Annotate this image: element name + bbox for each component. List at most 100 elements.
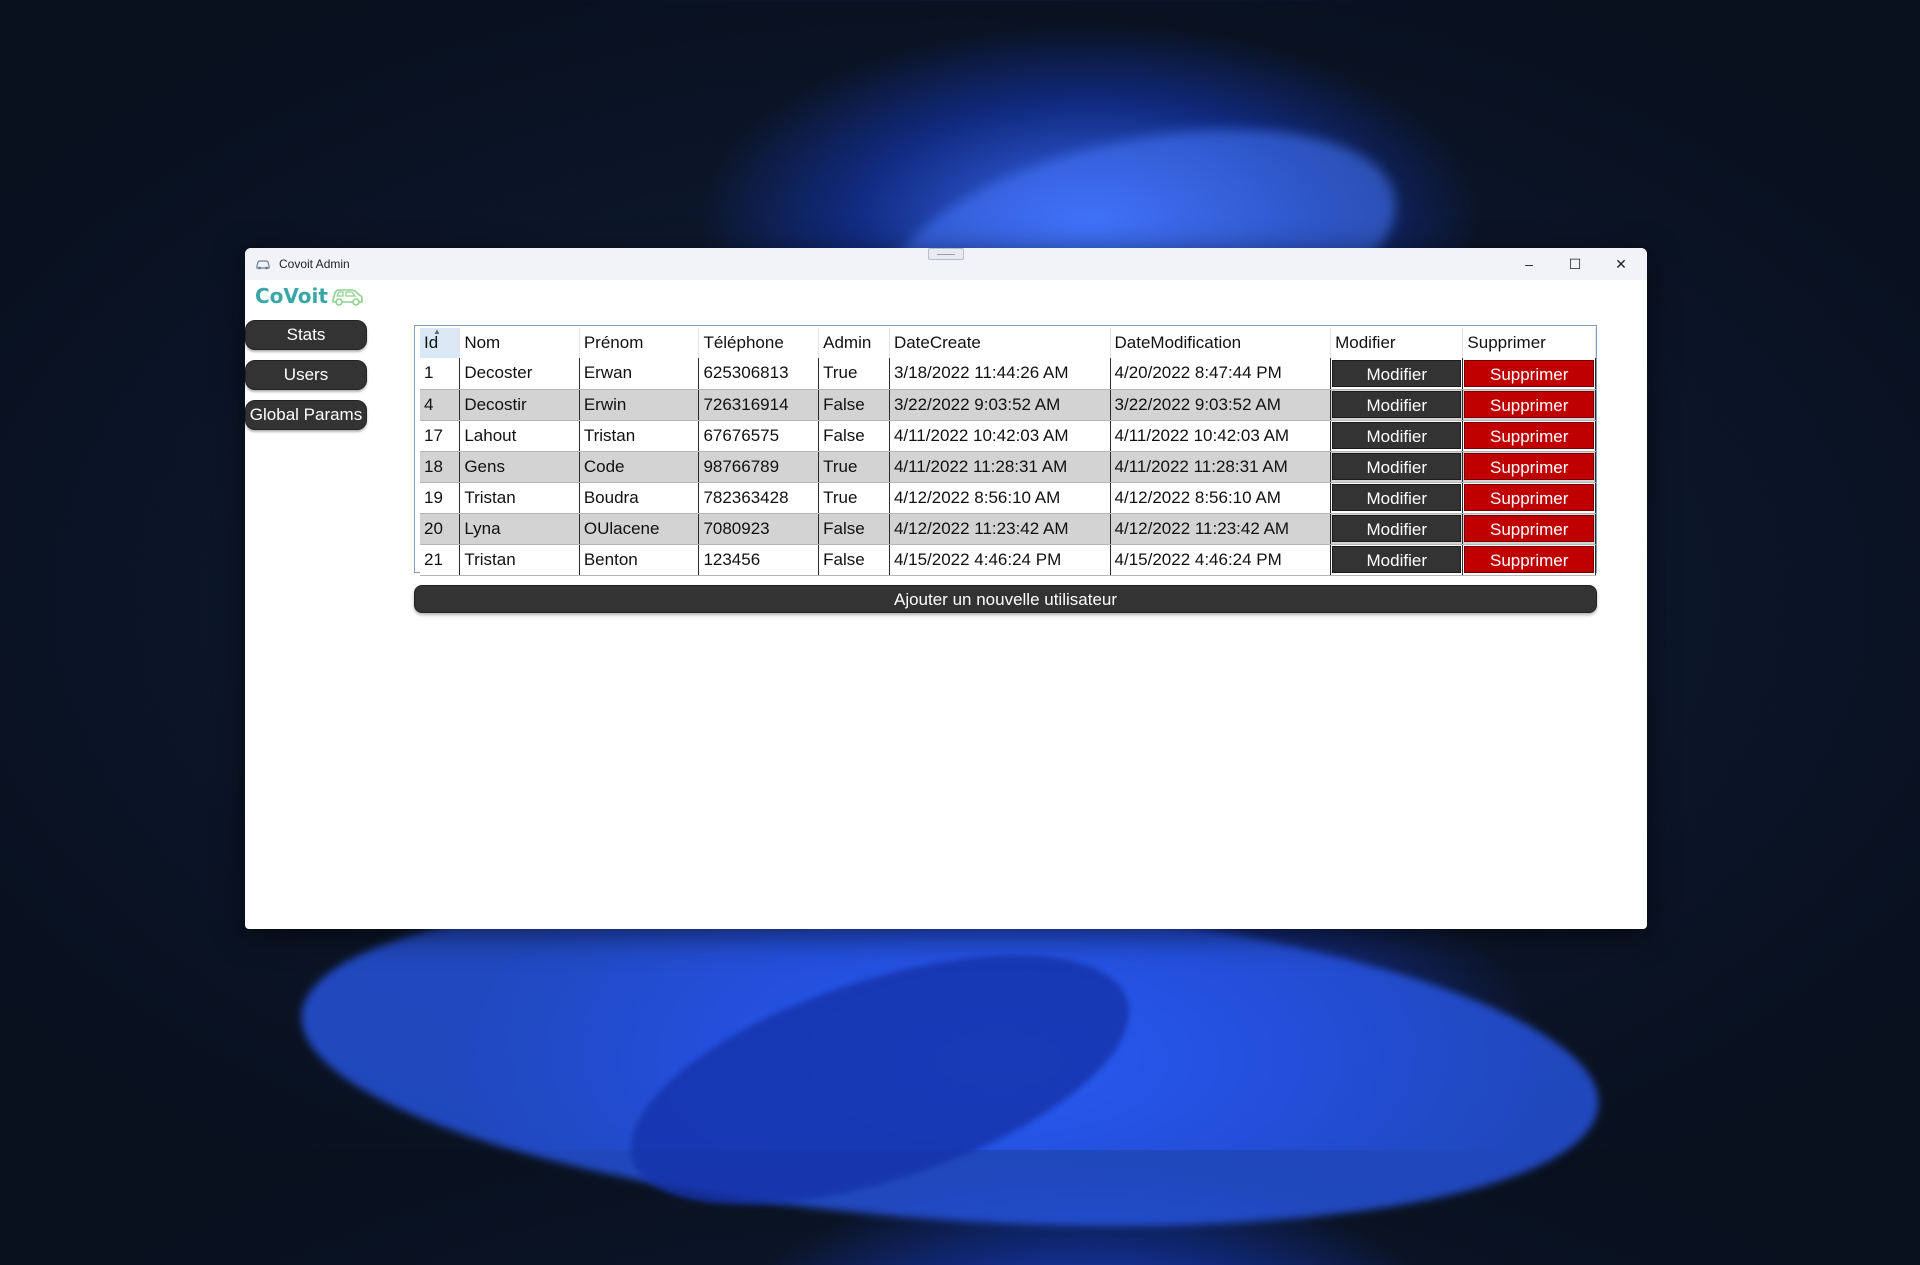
cell-id[interactable]: 20 (420, 513, 461, 545)
cell-telephone[interactable]: 98766789 (698, 451, 820, 483)
cell-admin[interactable]: False (818, 389, 890, 421)
window-title: Covoit Admin (279, 257, 350, 271)
add-user-button[interactable]: Ajouter un nouvelle utilisateur (414, 585, 1597, 613)
cell-datemodification[interactable]: 4/12/2022 8:56:10 AM (1110, 482, 1332, 514)
delete-button[interactable]: Supprimer (1464, 359, 1594, 387)
column-header-datemodification[interactable]: DateModification (1110, 328, 1332, 358)
cell-admin[interactable]: True (818, 482, 890, 514)
cell-prenom[interactable]: Erwan (579, 358, 700, 390)
cell-nom[interactable]: Decostir (459, 389, 580, 421)
logo-text: CoVoit (255, 284, 328, 308)
cell-datemodification[interactable]: 4/15/2022 4:46:24 PM (1110, 544, 1332, 576)
modify-button[interactable]: Modifier (1332, 391, 1462, 418)
cell-datemodification[interactable]: 4/11/2022 11:28:31 AM (1110, 451, 1332, 483)
cell-modifier: Modifier (1330, 420, 1464, 452)
cell-datemodification[interactable]: 4/20/2022 8:47:44 PM (1110, 358, 1332, 390)
sidebar-item-global-params[interactable]: Global Params (245, 400, 367, 430)
sidebar-item-users[interactable]: Users (245, 360, 367, 390)
modify-button[interactable]: Modifier (1332, 484, 1462, 511)
cell-nom[interactable]: Lahout (459, 420, 580, 452)
car-icon (255, 258, 271, 270)
cell-prenom[interactable]: Tristan (579, 420, 700, 452)
modify-button[interactable]: Modifier (1332, 453, 1462, 480)
sidebar: Stats Users Global Params (245, 320, 367, 440)
table-row[interactable]: 1 Decoster Erwan 625306813 True 3/18/202… (420, 358, 1596, 390)
column-header-id[interactable]: ▲ Id (420, 327, 461, 358)
table-row[interactable]: 20 Lyna OUlacene 7080923 False 4/12/2022… (420, 513, 1596, 545)
modify-button[interactable]: Modifier (1332, 515, 1462, 542)
delete-button[interactable]: Supprimer (1464, 422, 1594, 449)
cell-nom[interactable]: Decoster (459, 358, 580, 390)
cell-nom[interactable]: Gens (459, 451, 580, 483)
users-datagrid[interactable]: ▲ Id Nom Prénom Téléphone Admin DateCreat… (414, 325, 1597, 576)
delete-button[interactable]: Supprimer (1464, 453, 1594, 480)
cell-id[interactable]: 17 (420, 420, 461, 452)
cell-telephone[interactable]: 123456 (698, 544, 820, 576)
minimize-button[interactable]: – (1507, 248, 1551, 280)
sort-asc-icon: ▲ (433, 327, 441, 336)
cell-datecreate[interactable]: 4/11/2022 11:28:31 AM (889, 451, 1111, 483)
cell-prenom[interactable]: Benton (579, 544, 700, 576)
cell-modifier: Modifier (1330, 482, 1464, 514)
cell-prenom[interactable]: Code (579, 451, 700, 483)
cell-telephone[interactable]: 67676575 (698, 420, 820, 452)
column-header-nom[interactable]: Nom (459, 328, 580, 358)
cell-id[interactable]: 19 (420, 482, 461, 514)
title-bar[interactable]: Covoit Admin – ☐ ✕ (245, 248, 1647, 280)
cell-admin[interactable]: True (818, 358, 890, 390)
table-row[interactable]: 18 Gens Code 98766789 True 4/11/2022 11:… (420, 451, 1596, 483)
column-header-admin[interactable]: Admin (818, 328, 890, 358)
cell-id[interactable]: 21 (420, 544, 461, 576)
cell-datemodification[interactable]: 3/22/2022 9:03:52 AM (1110, 389, 1332, 421)
table-row[interactable]: 19 Tristan Boudra 782363428 True 4/12/20… (420, 482, 1596, 514)
close-button[interactable]: ✕ (1599, 248, 1643, 280)
cell-datecreate[interactable]: 4/12/2022 11:23:42 AM (889, 513, 1111, 545)
cell-datecreate[interactable]: 4/15/2022 4:46:24 PM (889, 544, 1111, 576)
cell-telephone[interactable]: 782363428 (698, 482, 820, 514)
cell-admin[interactable]: False (818, 420, 890, 452)
cell-nom[interactable]: Tristan (459, 544, 580, 576)
cell-id[interactable]: 18 (420, 451, 461, 483)
app-window: Covoit Admin – ☐ ✕ CoVoit Stats Users Gl… (245, 248, 1647, 929)
column-header-telephone[interactable]: Téléphone (698, 328, 820, 358)
cell-prenom[interactable]: Boudra (579, 482, 700, 514)
cell-telephone[interactable]: 726316914 (698, 389, 820, 421)
cell-supprimer: Supprimer (1462, 482, 1596, 514)
cell-datemodification[interactable]: 4/12/2022 11:23:42 AM (1110, 513, 1332, 545)
cell-datecreate[interactable]: 4/12/2022 8:56:10 AM (889, 482, 1111, 514)
cell-prenom[interactable]: Erwin (579, 389, 700, 421)
column-header-datecreate[interactable]: DateCreate (889, 328, 1111, 358)
cell-telephone[interactable]: 7080923 (698, 513, 820, 545)
car-icon (332, 289, 363, 306)
modify-button[interactable]: Modifier (1332, 359, 1462, 387)
cell-admin[interactable]: True (818, 451, 890, 483)
modify-button[interactable]: Modifier (1332, 422, 1462, 449)
delete-button[interactable]: Supprimer (1464, 484, 1594, 511)
snap-grip[interactable] (928, 248, 964, 260)
column-header-modifier[interactable]: Modifier (1330, 328, 1464, 358)
sidebar-item-stats[interactable]: Stats (245, 320, 367, 350)
table-row[interactable]: 4 Decostir Erwin 726316914 False 3/22/20… (420, 389, 1596, 421)
cell-nom[interactable]: Lyna (459, 513, 580, 545)
cell-datecreate[interactable]: 3/18/2022 11:44:26 AM (889, 358, 1111, 390)
column-header-prenom[interactable]: Prénom (579, 328, 700, 358)
cell-supprimer: Supprimer (1462, 544, 1596, 576)
maximize-button[interactable]: ☐ (1553, 248, 1597, 280)
cell-admin[interactable]: False (818, 513, 890, 545)
cell-prenom[interactable]: OUlacene (579, 513, 700, 545)
table-row[interactable]: 17 Lahout Tristan 67676575 False 4/11/20… (420, 420, 1596, 452)
cell-telephone[interactable]: 625306813 (698, 358, 820, 390)
column-header-supprimer[interactable]: Supprimer (1462, 328, 1596, 358)
cell-admin[interactable]: False (818, 544, 890, 576)
delete-button[interactable]: Supprimer (1464, 515, 1594, 542)
table-row[interactable]: 21 Tristan Benton 123456 False 4/15/2022… (420, 544, 1596, 576)
cell-datecreate[interactable]: 4/11/2022 10:42:03 AM (889, 420, 1111, 452)
cell-datemodification[interactable]: 4/11/2022 10:42:03 AM (1110, 420, 1332, 452)
cell-id[interactable]: 1 (420, 358, 461, 390)
cell-nom[interactable]: Tristan (459, 482, 580, 514)
cell-datecreate[interactable]: 3/22/2022 9:03:52 AM (889, 389, 1111, 421)
delete-button[interactable]: Supprimer (1464, 546, 1594, 573)
modify-button[interactable]: Modifier (1332, 546, 1462, 573)
delete-button[interactable]: Supprimer (1464, 391, 1594, 418)
cell-id[interactable]: 4 (420, 389, 461, 421)
